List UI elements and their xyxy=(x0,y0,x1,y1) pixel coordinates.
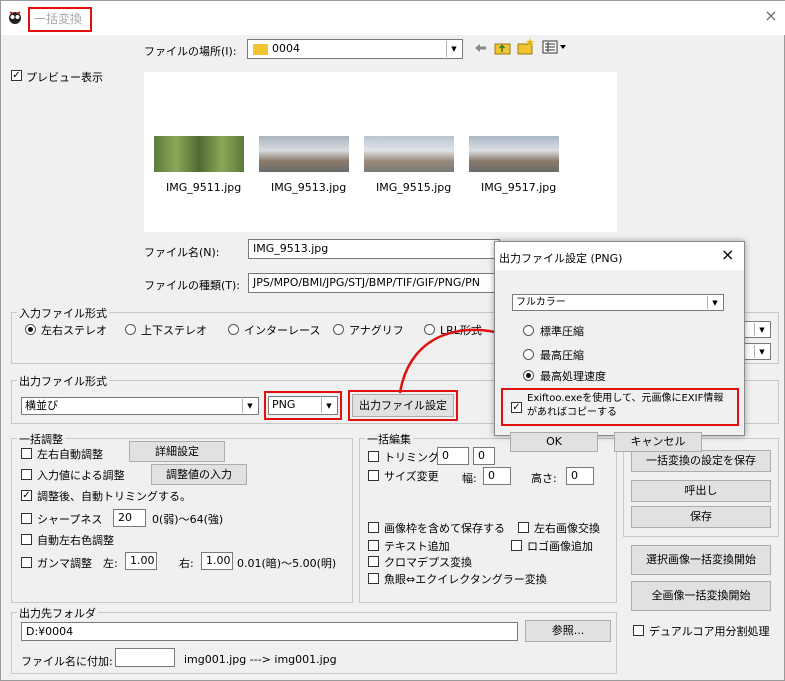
color-depth-combo[interactable]: フルカラー ▼ xyxy=(512,294,724,311)
exif-checkbox[interactable]: ✓ xyxy=(511,402,522,413)
compress-label: 最高圧縮 xyxy=(540,349,584,362)
dialog-cancel-button[interactable]: キャンセル xyxy=(614,432,702,452)
compress-radio-max[interactable] xyxy=(523,349,534,360)
output-settings-dialog: 出力ファイル設定 (PNG) × フルカラー ▼ 標準圧縮 最高圧縮 最高処理速… xyxy=(494,241,745,452)
dialog-close-icon[interactable]: × xyxy=(721,245,734,264)
compress-radio-fastest[interactable] xyxy=(523,370,534,381)
chevron-down-icon[interactable]: ▼ xyxy=(707,296,722,309)
compress-label: 標準圧縮 xyxy=(540,325,584,338)
compress-label: 最高処理速度 xyxy=(540,370,606,383)
compress-radio-standard[interactable] xyxy=(523,325,534,336)
dialog-title-bar: 出力ファイル設定 (PNG) × xyxy=(495,242,744,270)
dialog-title: 出力ファイル設定 (PNG) xyxy=(499,252,623,265)
color-depth-value: フルカラー xyxy=(516,297,566,308)
dialog-ok-button[interactable]: OK xyxy=(510,432,598,452)
exif-label: Exiftoo.exeを使用して、元画像にEXIF情報があればコピーする xyxy=(527,393,724,418)
